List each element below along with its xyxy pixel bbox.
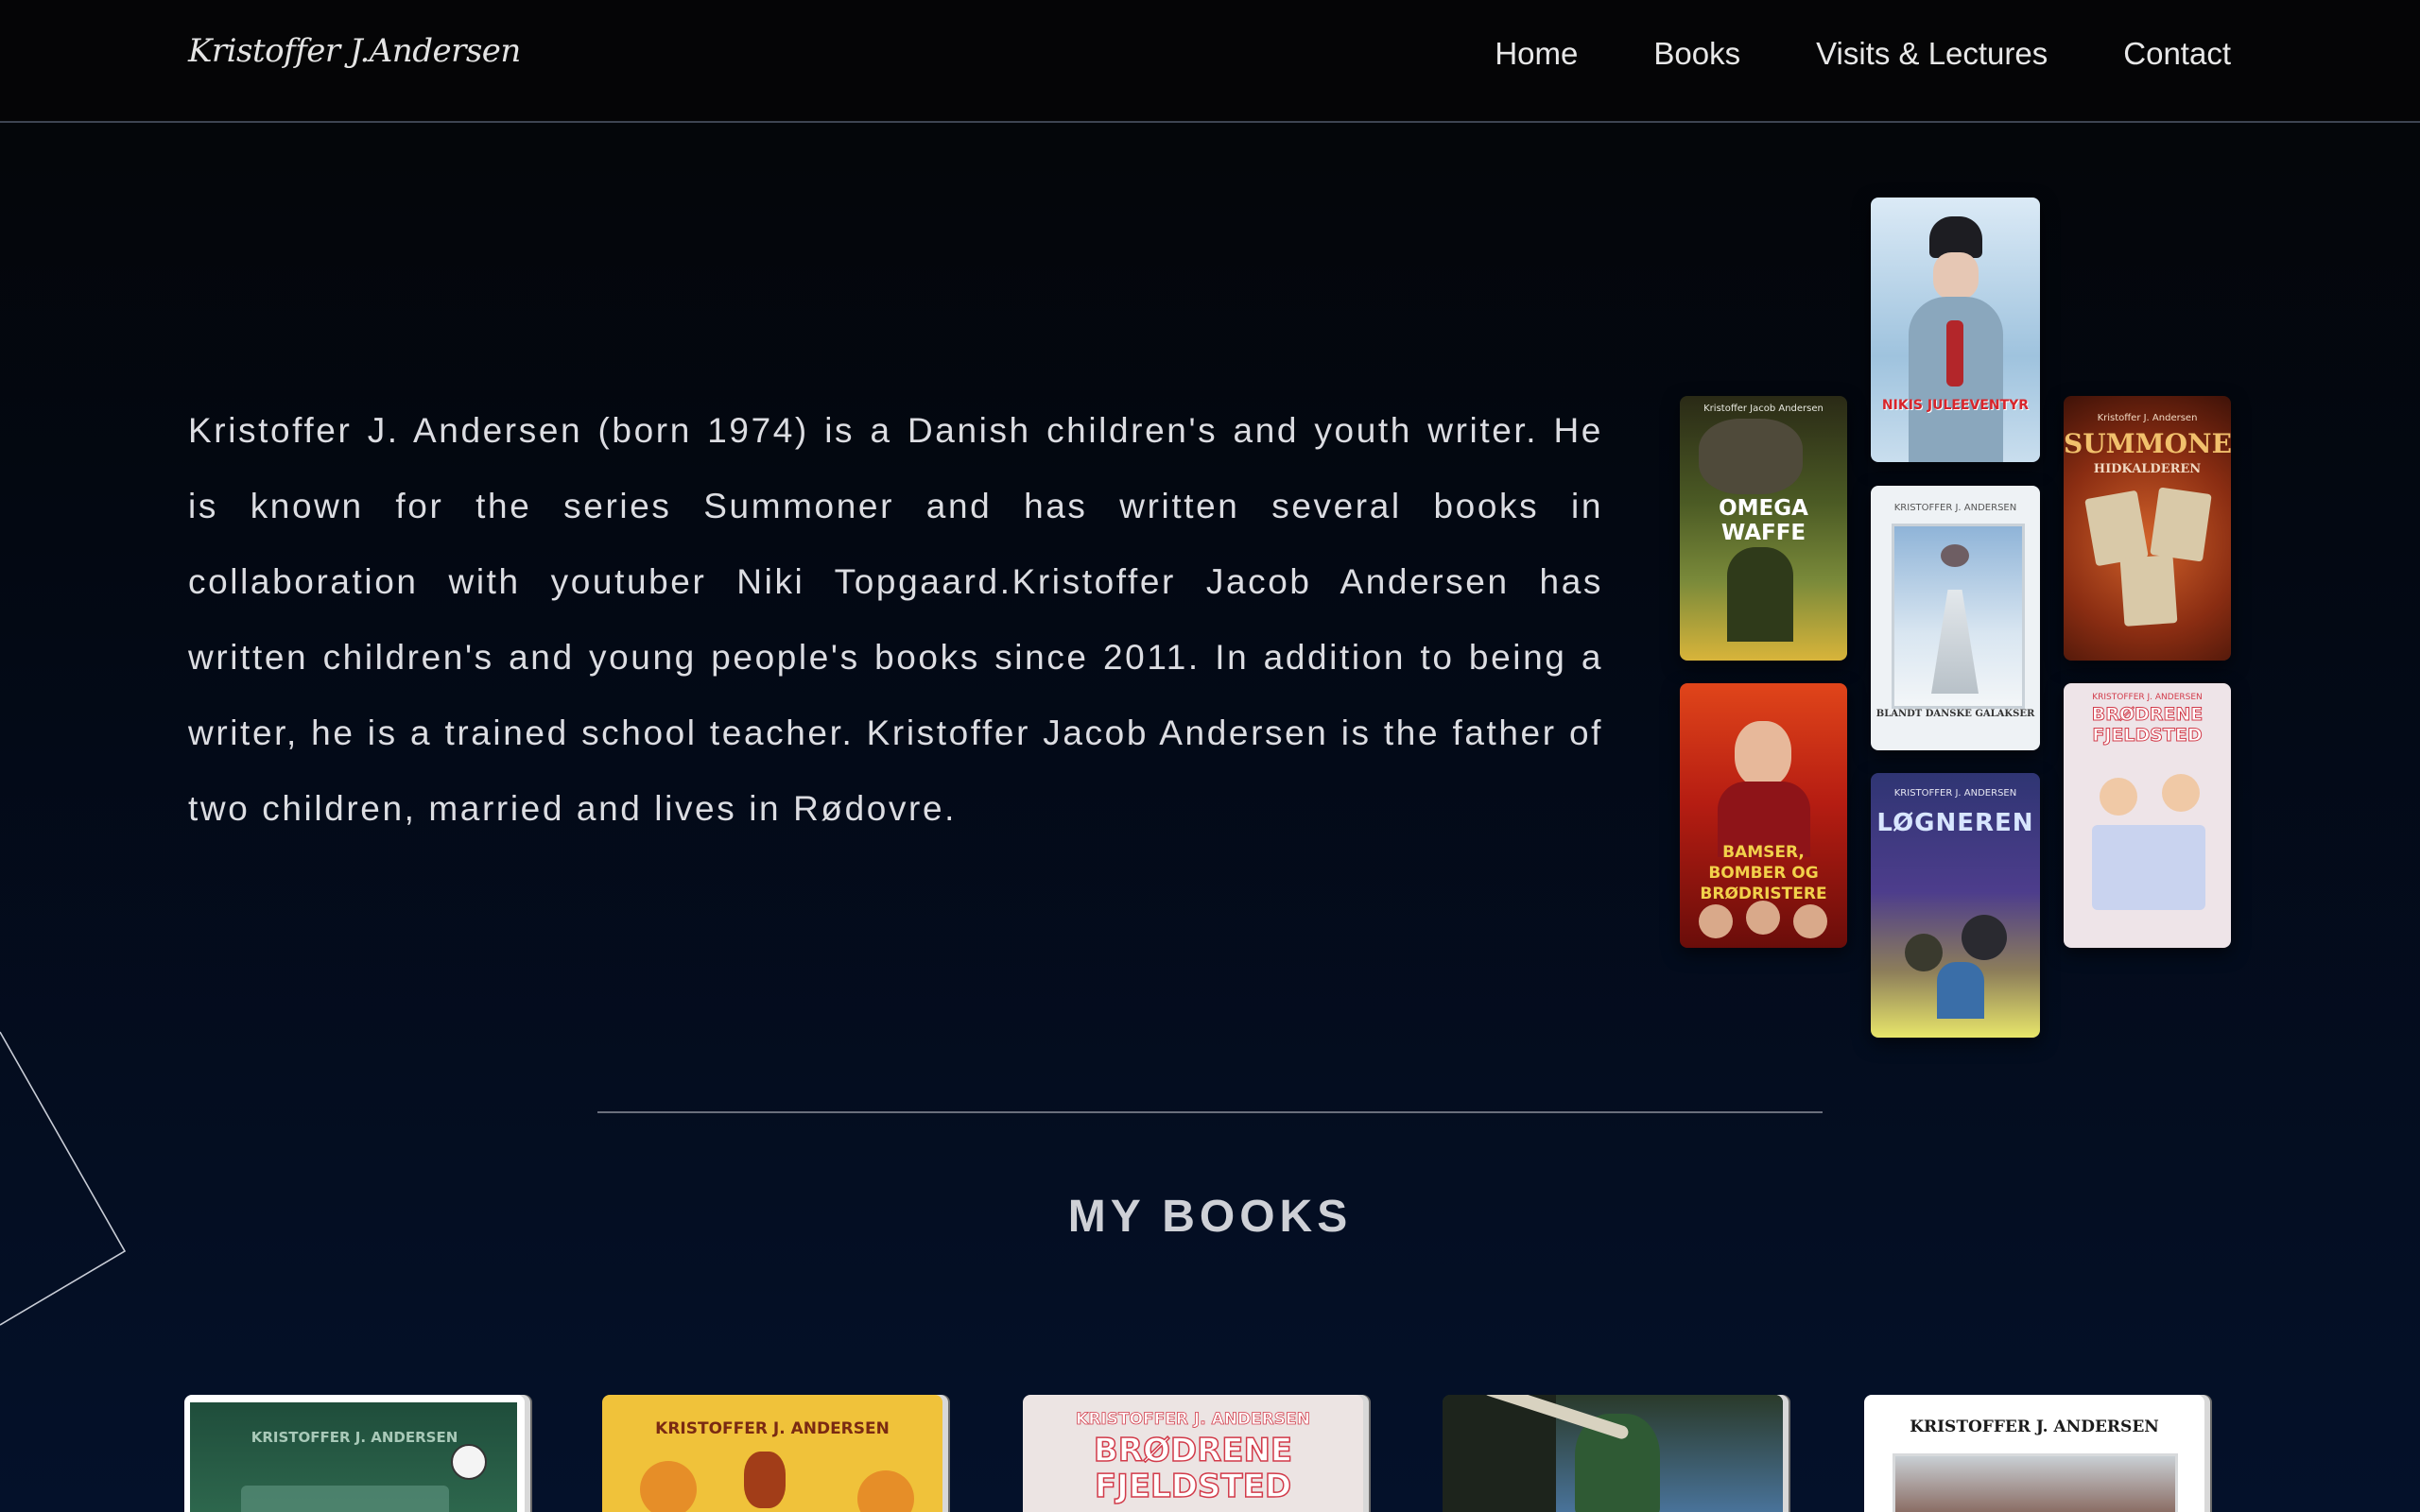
site-logo[interactable]: Kristoffer J.Andersen [188, 32, 521, 70]
site-header: Kristoffer J.Andersen Home Books Visits … [0, 0, 2420, 123]
book-card[interactable]: KRISTOFFER J. ANDERSEN [1864, 1395, 2204, 1512]
cover-author: KRISTOFFER J. ANDERSEN [1893, 503, 2017, 513]
cover-subtitle: HIDKALDEREN [2093, 462, 2202, 476]
cover-title: LØGNEREN [1876, 809, 2034, 837]
book-card[interactable]: KRISTOFFER J. ANDERSEN BRØDRENE FJELDSTE… [1023, 1395, 1363, 1512]
main-nav: Home Books Visits & Lectures Contact [1495, 36, 2231, 72]
cover-loegneren[interactable]: KRISTOFFER J. ANDERSEN LØGNEREN [1871, 773, 2040, 1038]
section-divider [597, 1111, 1823, 1113]
cover-title: BRØDRENE FJELDSTED [2091, 704, 2204, 747]
nav-home[interactable]: Home [1495, 36, 1578, 72]
nav-visits-lectures[interactable]: Visits & Lectures [1816, 36, 2048, 72]
nav-books[interactable]: Books [1653, 36, 1740, 72]
cover-title: SUMMONER [2064, 428, 2231, 459]
cover-author: Kristoffer Jacob Andersen [1703, 404, 1824, 414]
decorative-outline-shape [0, 1031, 127, 1326]
book-card[interactable]: KRISTOFFER J. ANDERSEN [602, 1395, 942, 1512]
cover-bamser-bomber[interactable]: BAMSER, BOMBER OG BRØDRISTERE [1680, 683, 1847, 948]
my-books-heading: MY BOOKS [1067, 1192, 1353, 1242]
cover-author: KRISTOFFER J. ANDERSEN [2092, 693, 2203, 702]
book-card[interactable]: KRISTOFFER J. ANDERSEN [184, 1395, 525, 1512]
book-author: KRISTOFFER J. ANDERSEN [1076, 1410, 1311, 1430]
cover-blandt-danske-galakser[interactable]: KRISTOFFER J. ANDERSEN BLANDT DANSKE GAL… [1871, 486, 2040, 750]
cover-title: BAMSER, BOMBER OG BRØDRISTERE [1700, 843, 1827, 903]
book-author: KRISTOFFER J. ANDERSEN [251, 1429, 458, 1446]
book-author: KRISTOFFER J. ANDERSEN [1910, 1418, 2159, 1436]
author-bio: Kristoffer J. Andersen (born 1974) is a … [188, 411, 1603, 828]
nav-contact[interactable]: Contact [2123, 36, 2231, 72]
page: Kristoffer J.Andersen Home Books Visits … [0, 0, 2420, 1512]
cover-author: KRISTOFFER J. ANDERSEN [1893, 788, 2017, 799]
cover-author: Kristoffer J. Andersen [2097, 413, 2198, 423]
book-author: KRISTOFFER J. ANDERSEN [655, 1419, 890, 1438]
cover-title: NIKIS JULEEVENTYR [1881, 398, 2030, 413]
cover-summoner[interactable]: Kristoffer J. Andersen SUMMONER HIDKALDE… [2064, 396, 2231, 661]
book-title: BRØDRENE FJELDSTED [1093, 1432, 1293, 1505]
cover-omega-waffe[interactable]: Kristoffer Jacob Andersen OMEGA WAFFE [1680, 396, 1847, 661]
cover-title: OMEGA WAFFE [1719, 496, 1808, 545]
cover-title: BLANDT DANSKE GALAKSER [1876, 709, 2035, 719]
cover-nikis-juleeventyr[interactable]: NIKIS JULEEVENTYR [1871, 198, 2040, 462]
cover-broedrene-fjeldsted[interactable]: KRISTOFFER J. ANDERSEN BRØDRENE FJELDSTE… [2064, 683, 2231, 948]
book-card[interactable] [1443, 1395, 1783, 1512]
